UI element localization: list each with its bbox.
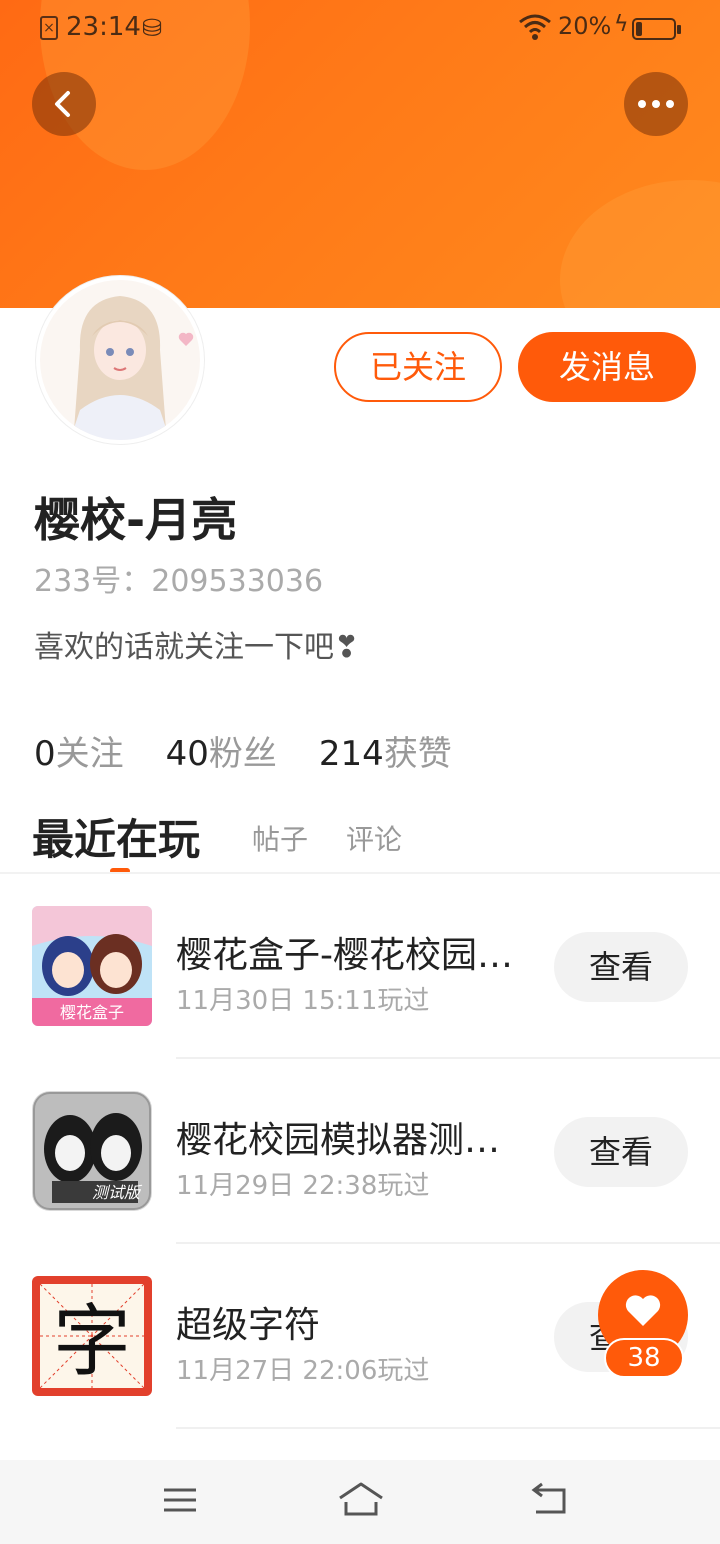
stat-fans-count: 40 <box>165 734 209 774</box>
game-title: 樱花校园模拟器测试版 <box>176 1120 516 1161</box>
user-id: 233号：209533036 <box>34 564 324 599</box>
game-played-time: 11月30日 15:11玩过 <box>176 986 430 1016</box>
view-button[interactable]: 查看 <box>554 1117 688 1187</box>
charging-icon: ϟ <box>614 12 629 37</box>
list-item[interactable]: 樱花盒子 樱花盒子-樱花校园模拟器 11月30日 15:11玩过 查看 <box>0 874 720 1059</box>
status-bar: × 23:14 ⛁ 20% ϟ <box>0 0 720 58</box>
menu-icon[interactable] <box>162 1482 198 1522</box>
tab-posts[interactable]: 帖子 <box>252 818 308 858</box>
game-played-time: 11月27日 22:06玩过 <box>176 1356 430 1386</box>
game-icon-caption: 测试版 <box>92 1183 143 1202</box>
tab-recently-played[interactable]: 最近在玩 <box>32 806 200 867</box>
more-dots-icon <box>638 100 674 108</box>
list-item[interactable]: 测试版 樱花校园模拟器测试版 11月29日 22:38玩过 查看 <box>0 1059 720 1244</box>
game-title: 超级字符 <box>176 1305 321 1346</box>
sim-error-icon: × <box>40 16 58 40</box>
game-icon-sakura-box: 樱花盒子 <box>32 906 152 1026</box>
game-icon-caption: 樱花盒子 <box>60 1003 124 1022</box>
system-nav-bar <box>0 1460 720 1544</box>
stat-likes-label: 获赞 <box>383 734 452 774</box>
back-arrow-icon <box>55 91 70 117</box>
stat-fans-label: 粉丝 <box>208 734 277 774</box>
user-name: 樱校-月亮 <box>34 493 238 547</box>
stat-following-label: 关注 <box>55 734 124 774</box>
followed-button[interactable]: 已关注 <box>334 332 502 402</box>
game-icon-super-character: 字 <box>32 1276 152 1396</box>
avatar[interactable] <box>36 276 204 444</box>
game-icon-sakura-school-test: 测试版 <box>32 1091 152 1211</box>
send-message-button[interactable]: 发消息 <box>518 332 696 402</box>
data-warning-icon: ⛁ <box>142 14 163 42</box>
more-button[interactable] <box>624 72 688 136</box>
home-icon[interactable] <box>338 1482 384 1522</box>
battery-percent: 20% <box>558 12 612 40</box>
tab-comments[interactable]: 评论 <box>346 818 402 858</box>
stat-following[interactable]: 0关注 <box>34 726 124 775</box>
stat-likes[interactable]: 214获赞 <box>319 726 452 775</box>
view-button[interactable]: 查看 <box>554 932 688 1002</box>
game-title: 樱花盒子-樱花校园模拟器 <box>176 935 516 976</box>
battery-icon <box>632 18 681 40</box>
game-played-time: 11月29日 22:38玩过 <box>176 1171 430 1201</box>
status-time: 23:14 <box>66 12 141 42</box>
stat-likes-count: 214 <box>318 734 384 774</box>
wifi-icon <box>518 12 552 46</box>
profile-stats: 0关注 40粉丝 214获赞 <box>34 726 494 775</box>
return-icon[interactable] <box>530 1482 570 1522</box>
like-count-badge: 38 <box>604 1338 684 1378</box>
game-icon-caption: 字 <box>53 1297 131 1387</box>
stat-following-count: 0 <box>34 734 56 774</box>
back-button[interactable] <box>32 72 96 136</box>
user-bio: 喜欢的话就关注一下吧❣ <box>34 630 360 665</box>
stat-fans[interactable]: 40粉丝 <box>166 726 277 775</box>
